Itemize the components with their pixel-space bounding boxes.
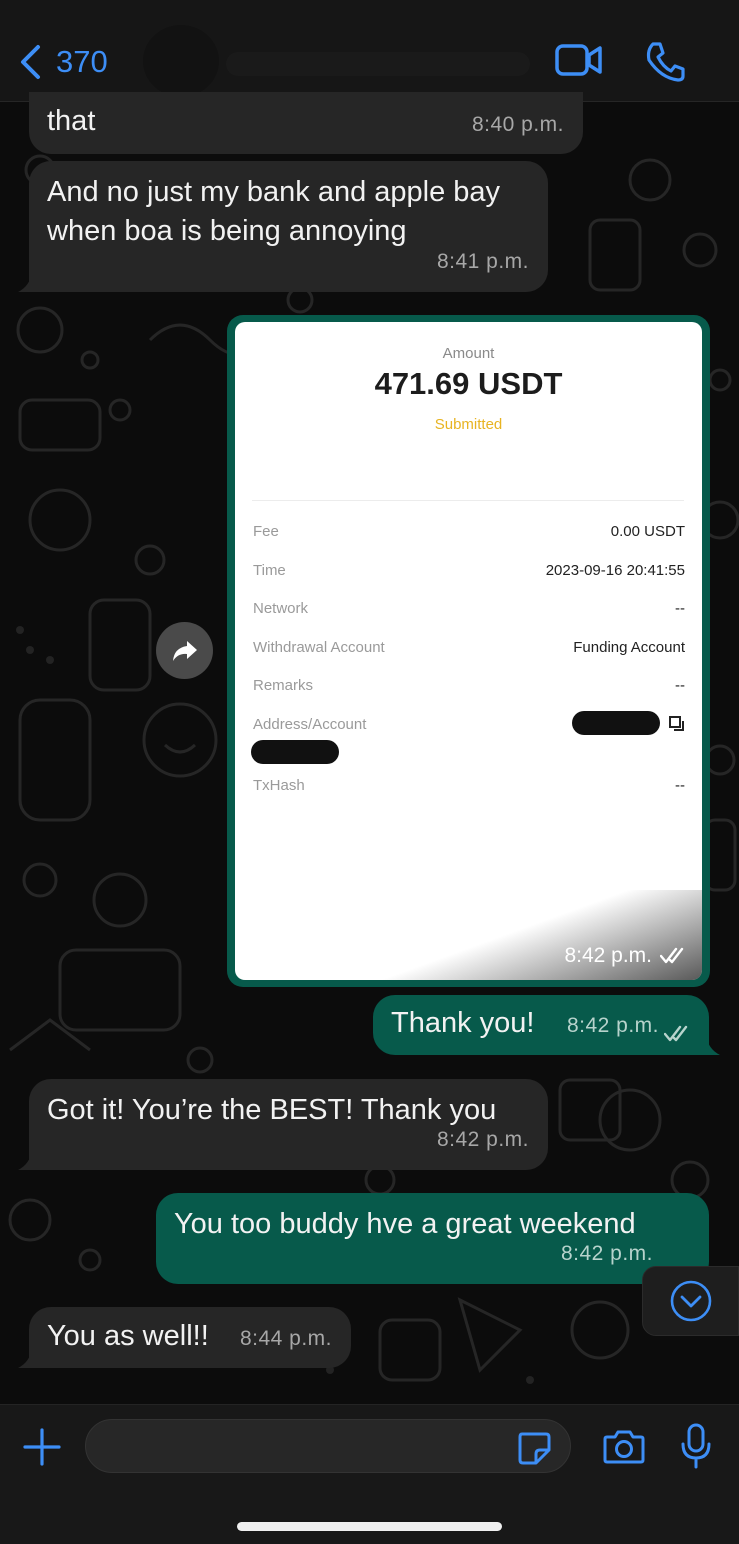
message-text: You as well!! bbox=[47, 1320, 209, 1352]
receipt-row-value: -- bbox=[675, 600, 685, 617]
attach-button[interactable] bbox=[22, 1427, 62, 1472]
camera-icon bbox=[603, 1430, 645, 1464]
incoming-message[interactable]: You as well!! 8:44 p.m. bbox=[29, 1307, 351, 1368]
plus-icon bbox=[23, 1428, 61, 1466]
video-camera-icon bbox=[555, 44, 602, 76]
incoming-message[interactable]: And no just my bank and apple bay when b… bbox=[29, 161, 548, 292]
message-time: 8:41 p.m. bbox=[436, 250, 529, 273]
image-timestamp: 8:42 p.m. bbox=[564, 944, 688, 968]
contact-avatar[interactable] bbox=[143, 25, 219, 97]
camera-button[interactable] bbox=[603, 1427, 645, 1470]
message-text: Got it! You’re the BEST! Thank you bbox=[47, 1094, 497, 1126]
receipt-row-label: Fee bbox=[253, 523, 279, 540]
receipt-row-label: Time bbox=[253, 562, 286, 579]
message-composer bbox=[0, 1404, 739, 1544]
receipt-status: Submitted bbox=[434, 416, 503, 433]
phone-icon bbox=[646, 42, 685, 82]
home-indicator bbox=[237, 1522, 502, 1531]
message-time: 8:40 p.m. bbox=[471, 113, 564, 136]
bubble-tail bbox=[18, 1150, 38, 1170]
receipt-row-value: Funding Account bbox=[573, 639, 685, 656]
chevron-down-circle-icon bbox=[670, 1280, 711, 1322]
back-button[interactable]: 370 bbox=[18, 40, 108, 84]
receipt-row-label: Address/Account bbox=[253, 716, 367, 733]
double-check-icon bbox=[660, 947, 684, 964]
incoming-message[interactable]: Got it! You’re the BEST! Thank you 8:42 … bbox=[29, 1079, 548, 1170]
message-time: 8:42 p.m. bbox=[436, 1128, 529, 1151]
voice-note-button[interactable] bbox=[680, 1422, 712, 1475]
receipt-row-label: Remarks bbox=[253, 677, 314, 694]
contact-name-redacted[interactable] bbox=[226, 52, 530, 76]
image-message[interactable]: Amount 471.69 USDT Submitted Fee 0.00 US… bbox=[227, 315, 710, 987]
chat-header: 370 bbox=[0, 0, 739, 102]
message-text: Thank you! bbox=[391, 1007, 535, 1039]
receipt-row-value: -- bbox=[675, 677, 685, 694]
video-call-button[interactable] bbox=[555, 40, 603, 85]
message-time: 8:44 p.m. bbox=[239, 1327, 332, 1350]
message-text: that bbox=[47, 105, 96, 137]
bubble-tail bbox=[700, 1035, 720, 1055]
outgoing-message[interactable]: You too buddy hve a great weekend 8:42 p… bbox=[156, 1193, 709, 1284]
sticker-button[interactable] bbox=[516, 1430, 552, 1471]
receipt-row-value: -- bbox=[675, 777, 685, 794]
message-text: And no just my bank and apple bay when b… bbox=[47, 176, 501, 247]
unread-count: 370 bbox=[56, 44, 108, 79]
withdrawal-receipt-image[interactable]: Amount 471.69 USDT Submitted Fee 0.00 US… bbox=[235, 322, 702, 980]
incoming-message[interactable]: that 8:40 p.m. bbox=[29, 92, 583, 154]
microphone-icon bbox=[681, 1423, 711, 1469]
receipt-divider bbox=[252, 500, 684, 501]
redacted-address-continued bbox=[251, 740, 339, 764]
receipt-row-value: 2023-09-16 20:41:55 bbox=[545, 562, 685, 579]
receipt-row-value: 0.00 USDT bbox=[610, 523, 685, 540]
receipt-amount-label: Amount bbox=[442, 345, 495, 362]
receipt-amount: 471.69 USDT bbox=[374, 366, 563, 401]
outgoing-message[interactable]: Thank you! 8:42 p.m. bbox=[373, 995, 709, 1055]
receipt-row-label: TxHash bbox=[253, 777, 305, 794]
message-time: 8:42 p.m. bbox=[564, 944, 652, 967]
bubble-tail bbox=[18, 1348, 38, 1368]
copy-icon bbox=[669, 716, 684, 731]
message-input[interactable] bbox=[85, 1419, 571, 1473]
receipt-row-label: Withdrawal Account bbox=[253, 639, 385, 656]
receipt-row-label: Network bbox=[253, 600, 309, 617]
scroll-to-bottom-button[interactable] bbox=[642, 1266, 739, 1336]
message-time: 8:42 p.m. bbox=[566, 1014, 659, 1037]
share-forward-icon bbox=[172, 640, 197, 661]
sticker-icon bbox=[518, 1432, 551, 1465]
forward-button[interactable] bbox=[156, 622, 213, 679]
bubble-tail bbox=[18, 272, 38, 292]
chevron-left-icon bbox=[21, 45, 40, 79]
redacted-address bbox=[572, 711, 660, 735]
message-time: 8:42 p.m. bbox=[560, 1242, 653, 1265]
double-check-icon bbox=[664, 1025, 688, 1042]
voice-call-button[interactable] bbox=[645, 40, 685, 87]
